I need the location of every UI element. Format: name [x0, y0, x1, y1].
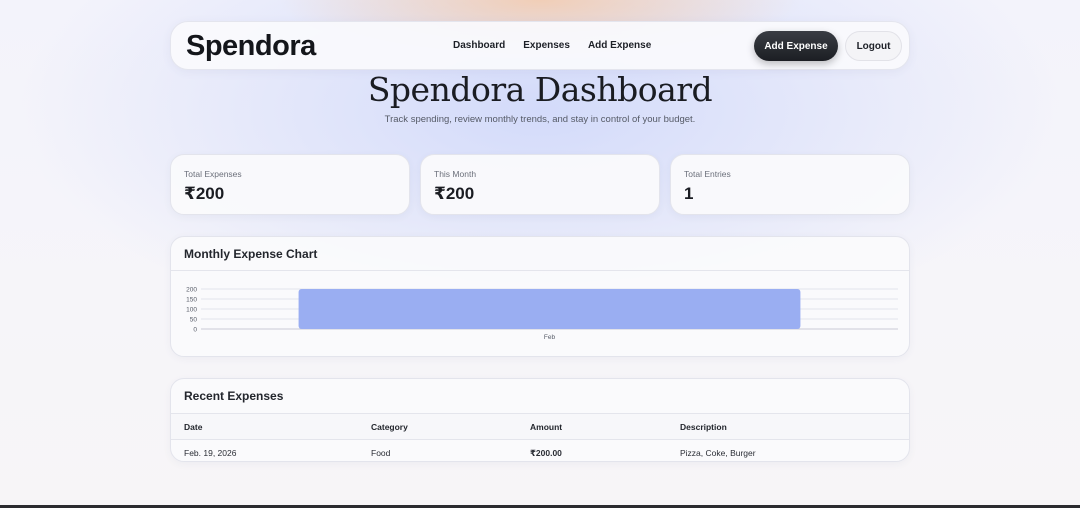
cell-description: Pizza, Coke, Burger	[680, 448, 756, 458]
column-header-description: Description	[680, 422, 727, 432]
top-nav: Spendora Dashboard Expenses Add Expense …	[170, 21, 910, 70]
chart-section-title: Monthly Expense Chart	[184, 247, 318, 261]
stat-card-total-expenses: Total Expenses ₹200	[170, 154, 410, 215]
recent-expenses-title: Recent Expenses	[184, 389, 284, 403]
page-title: Spendora Dashboard	[367, 70, 713, 109]
y-tick-label: 150	[186, 297, 197, 304]
cell-category: Food	[371, 448, 391, 458]
stat-value: ₹200	[184, 184, 225, 203]
stat-label: Total Expenses	[184, 169, 242, 179]
divider	[171, 270, 909, 271]
y-tick-label: 0	[193, 327, 197, 334]
chart-bar	[298, 289, 801, 329]
nav-link-add-expense[interactable]: Add Expense	[588, 40, 651, 51]
x-tick-label: Feb	[544, 334, 556, 341]
monthly-expense-chart: 0 50 100 150 200 Feb	[186, 287, 898, 341]
column-header-amount: Amount	[530, 422, 563, 432]
brand-logo[interactable]: Spendora	[186, 30, 316, 63]
cell-date: Feb. 19, 2026	[184, 448, 237, 458]
y-tick-label: 50	[190, 317, 198, 324]
table-row[interactable]: Feb. 19, 2026 Food ₹200.00 Pizza, Coke, …	[171, 439, 909, 465]
add-expense-button[interactable]: Add Expense	[754, 31, 838, 61]
nav-links: Dashboard Expenses Add Expense	[453, 40, 651, 51]
y-tick-label: 200	[186, 287, 197, 294]
column-header-category: Category	[371, 422, 408, 432]
page-subtitle: Track spending, review monthly trends, a…	[384, 114, 696, 125]
stat-value: 1	[684, 184, 694, 203]
stat-card-this-month: This Month ₹200	[420, 154, 660, 215]
stat-label: Total Entries	[684, 169, 731, 179]
logout-button[interactable]: Logout	[845, 31, 902, 61]
stat-value: ₹200	[434, 184, 475, 203]
recent-expenses-table: Date Category Amount Description Feb. 19…	[171, 413, 909, 465]
recent-expenses-card: Recent Expenses Date Category Amount Des…	[170, 378, 910, 462]
monthly-expense-chart-card: Monthly Expense Chart 0 50 100 150 200 Feb	[170, 236, 910, 357]
nav-link-expenses[interactable]: Expenses	[523, 40, 570, 51]
stat-label: This Month	[434, 169, 477, 179]
column-header-date: Date	[184, 422, 203, 432]
stat-card-total-entries: Total Entries 1	[670, 154, 910, 215]
y-tick-label: 100	[186, 307, 197, 314]
nav-link-dashboard[interactable]: Dashboard	[453, 40, 505, 51]
table-header-row: Date Category Amount Description	[171, 413, 909, 439]
cell-amount: ₹200.00	[530, 448, 562, 458]
